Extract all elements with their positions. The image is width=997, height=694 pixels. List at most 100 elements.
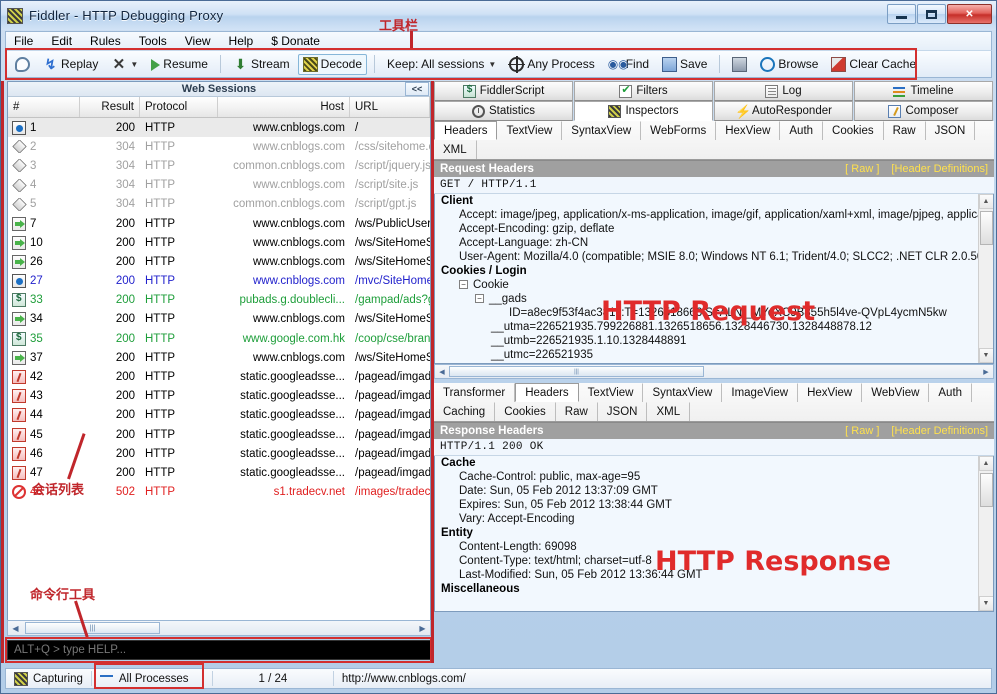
request-cookie-root[interactable]: −Cookie (435, 278, 993, 292)
request-raw-link[interactable]: [ Raw ] (845, 163, 879, 175)
session-row[interactable]: 26200HTTPwww.cnblogs.com/ws/SiteHomeServ… (8, 252, 430, 271)
response-tab-headers[interactable]: Headers (515, 383, 578, 402)
tab-fiddlerscript[interactable]: FiddlerScript (434, 81, 573, 101)
menu-tools[interactable]: Tools (131, 33, 175, 49)
request-headers-body[interactable]: Client Accept: image/jpeg, application/x… (434, 194, 994, 364)
menu-rules[interactable]: Rules (82, 33, 129, 49)
session-row[interactable]: 45200HTTPstatic.googleadsse.../pagead/im… (8, 425, 430, 444)
minimize-button[interactable] (887, 4, 916, 24)
tab-timeline[interactable]: Timeline (854, 81, 993, 101)
session-row[interactable]: 5304HTTPcommon.cnblogs.com/script/gpt.js (8, 195, 430, 214)
request-header-definitions-link[interactable]: [Header Definitions] (891, 163, 988, 175)
quickexec-input[interactable]: ALT+Q > type HELP... (7, 640, 431, 660)
menu-file[interactable]: File (6, 33, 41, 49)
column-header-num[interactable]: # (8, 97, 80, 117)
response-tab-textview[interactable]: TextView (579, 383, 644, 402)
session-row[interactable]: 27200HTTPwww.cnblogs.com/mvc/SiteHome/Us… (8, 272, 430, 291)
response-header-definitions-link[interactable]: [Header Definitions] (891, 425, 988, 437)
maximize-button[interactable] (917, 4, 946, 24)
response-tab-imageview[interactable]: ImageView (722, 383, 798, 402)
request-tab-raw[interactable]: Raw (884, 121, 926, 140)
scrollbar-thumb[interactable]: ||| (25, 622, 160, 634)
response-tab-hexview[interactable]: HexView (798, 383, 862, 402)
session-row[interactable]: 37200HTTPwww.cnblogs.com/ws/SiteHomeServ… (8, 348, 430, 367)
session-row[interactable]: 46200HTTPstatic.googleadsse.../pagead/im… (8, 444, 430, 463)
request-horizontal-scrollbar[interactable]: ◀ ||| ▶ (434, 364, 994, 379)
scroll-left-icon-req[interactable]: ◀ (435, 368, 449, 376)
menu-donate[interactable]: $ Donate (263, 33, 328, 49)
response-tab-transformer[interactable]: Transformer (434, 383, 515, 402)
session-row[interactable]: 42200HTTPstatic.googleadsse.../pagead/im… (8, 367, 430, 386)
scroll-down-icon-resp[interactable]: ▼ (979, 596, 994, 611)
process-filter[interactable]: All Processes (92, 669, 212, 688)
scroll-up-icon[interactable]: ▲ (979, 194, 994, 209)
resume-button[interactable]: Resume (146, 54, 213, 74)
menu-help[interactable]: Help (221, 33, 262, 49)
scroll-up-icon-resp[interactable]: ▲ (979, 456, 994, 471)
tab-composer[interactable]: Composer (854, 101, 993, 121)
menu-edit[interactable]: Edit (43, 33, 80, 49)
close-button[interactable]: ✕ (947, 4, 992, 24)
request-tab-syntaxview[interactable]: SyntaxView (562, 121, 641, 140)
scroll-right-icon[interactable]: ▶ (415, 624, 430, 633)
column-header-protocol[interactable]: Protocol (140, 97, 218, 117)
session-row[interactable]: 1200HTTPwww.cnblogs.com/ (8, 118, 430, 137)
response-tab-xml[interactable]: XML (647, 402, 690, 421)
session-row[interactable]: 43200HTTPstatic.googleadsse.../pagead/im… (8, 387, 430, 406)
tab-filters[interactable]: Filters (574, 81, 713, 101)
session-row[interactable]: 10200HTTPwww.cnblogs.com/ws/SiteHomeServ… (8, 233, 430, 252)
response-tab-syntaxview[interactable]: SyntaxView (643, 383, 722, 402)
tab-statistics[interactable]: Statistics (434, 101, 573, 121)
capturing-status[interactable]: Capturing (6, 669, 91, 688)
remove-button[interactable]: ✕ ▼ (106, 54, 143, 75)
request-tab-hexview[interactable]: HexView (716, 121, 780, 140)
response-tab-cookies[interactable]: Cookies (495, 402, 556, 421)
request-tab-auth[interactable]: Auth (780, 121, 823, 140)
scroll-right-icon-req[interactable]: ▶ (979, 368, 993, 376)
request-scrollbar-thumb[interactable] (980, 211, 993, 245)
column-header-url[interactable]: URL (350, 97, 430, 117)
sessions-horizontal-scrollbar[interactable]: ◀ ||| ▶ (7, 620, 431, 636)
tab-autoresponder[interactable]: ⚡ AutoResponder (714, 101, 853, 121)
response-raw-link[interactable]: [ Raw ] (845, 425, 879, 437)
response-tab-raw[interactable]: Raw (556, 402, 598, 421)
session-row[interactable]: 2304HTTPwww.cnblogs.com/css/sitehome.css (8, 137, 430, 156)
response-tab-json[interactable]: JSON (598, 402, 648, 421)
request-vertical-scrollbar[interactable]: ▲ ▼ (978, 194, 993, 363)
session-row[interactable]: 44200HTTPstatic.googleadsse.../pagead/im… (8, 406, 430, 425)
request-tab-headers[interactable]: Headers (434, 121, 497, 140)
response-headers-body[interactable]: Cache Cache-Control: public, max-age=95 … (434, 456, 994, 612)
tab-log[interactable]: Log (714, 81, 853, 101)
column-header-host[interactable]: Host (218, 97, 350, 117)
menu-view[interactable]: View (177, 33, 219, 49)
response-scrollbar-thumb[interactable] (980, 473, 993, 507)
session-row[interactable]: 48502HTTPs1.tradecv.net/images/tradecv5.… (8, 483, 430, 502)
tree-collapse-icon-gads[interactable]: − (475, 294, 484, 303)
decode-button[interactable]: Decode (298, 54, 367, 75)
session-row[interactable]: 33200HTTPpubads.g.doublecli.../gampad/ad… (8, 291, 430, 310)
replay-button[interactable]: ↯ Replay (38, 54, 103, 75)
response-tab-webview[interactable]: WebView (862, 383, 929, 402)
request-tab-textview[interactable]: TextView (497, 121, 562, 140)
session-row[interactable]: 7200HTTPwww.cnblogs.com/ws/PublicUserSer… (8, 214, 430, 233)
scroll-left-icon[interactable]: ◀ (8, 624, 23, 633)
request-tab-webforms[interactable]: WebForms (641, 121, 716, 140)
session-row[interactable]: 3304HTTPcommon.cnblogs.com/script/jquery… (8, 156, 430, 175)
column-header-result[interactable]: Result (80, 97, 140, 117)
session-row[interactable]: 4304HTTPwww.cnblogs.com/script/site.js (8, 176, 430, 195)
collapse-pane-button[interactable]: << (405, 82, 429, 96)
find-button[interactable]: ◉◉ Find (603, 54, 654, 75)
keep-sessions-dropdown[interactable]: Keep: All sessions ▼ (382, 54, 501, 74)
screenshot-button[interactable] (727, 54, 752, 75)
save-button[interactable]: Save (657, 54, 712, 75)
stream-button[interactable]: ⬇ Stream (228, 54, 295, 75)
any-process-button[interactable]: Any Process (504, 54, 599, 75)
scroll-down-icon[interactable]: ▼ (979, 348, 994, 363)
sessions-list[interactable]: 1200HTTPwww.cnblogs.com/2304HTTPwww.cnbl… (8, 118, 430, 628)
response-tab-caching[interactable]: Caching (434, 402, 495, 421)
session-row[interactable]: 35200HTTPwww.google.com.hk/coop/cse/bran… (8, 329, 430, 348)
browse-button[interactable]: Browse (755, 54, 823, 75)
response-tab-auth[interactable]: Auth (929, 383, 972, 402)
request-inspector-tabs[interactable]: HeadersTextViewSyntaxViewWebFormsHexView… (434, 121, 994, 160)
request-hscroll-thumb[interactable]: ||| (449, 366, 704, 377)
